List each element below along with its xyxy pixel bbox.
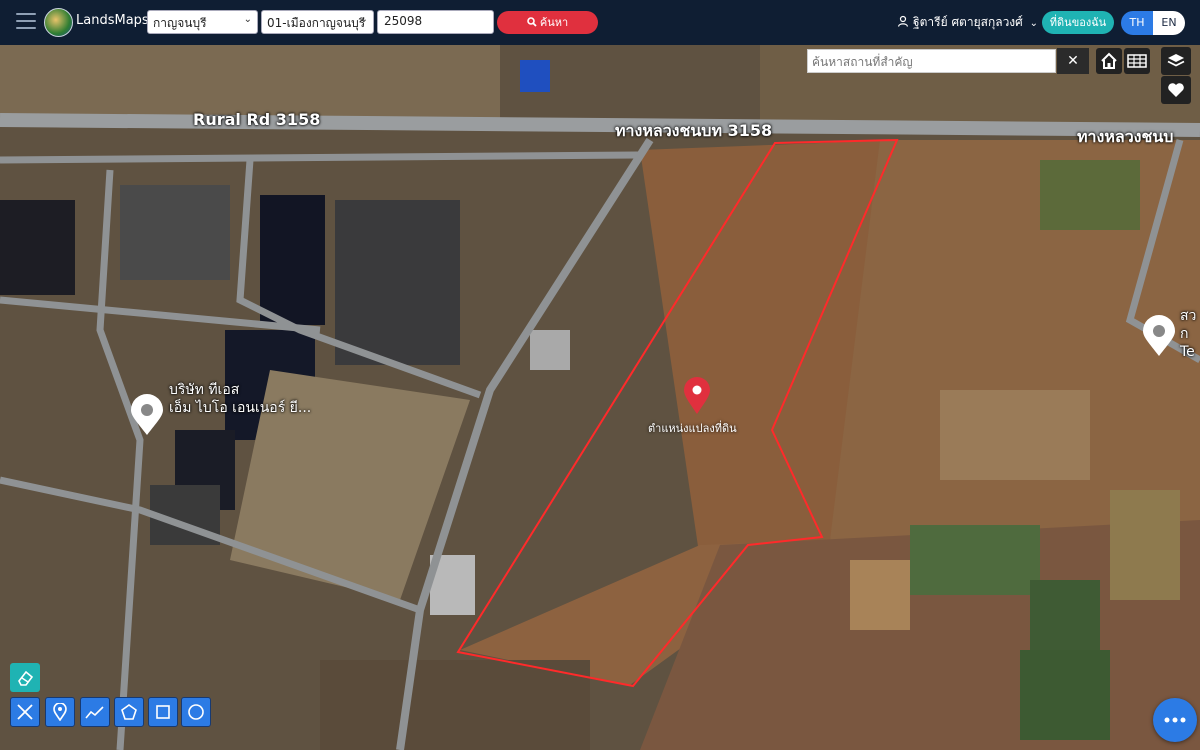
grid-button[interactable] xyxy=(1124,48,1150,74)
layers-button[interactable] xyxy=(1161,47,1191,75)
favorite-button[interactable] xyxy=(1161,76,1191,104)
search-button[interactable]: ค้นหา xyxy=(497,11,598,34)
lang-en-button[interactable]: EN xyxy=(1153,11,1185,35)
road-label: ทางหลวงชนบท 3158 xyxy=(615,121,773,140)
heart-icon xyxy=(1168,83,1184,97)
polyline-icon xyxy=(85,706,104,719)
poi-label: สว ก Te xyxy=(1180,308,1197,360)
poi-pin-icon[interactable] xyxy=(1141,315,1177,357)
road-label: Rural Rd 3158 xyxy=(193,110,321,129)
layers-icon xyxy=(1167,54,1185,67)
circle-tool-button[interactable] xyxy=(181,697,211,727)
district-value: 01-เมืองกาญจนบุรี xyxy=(267,16,366,30)
satellite-map[interactable]: Rural Rd 3158 ทางหลวงชนบท 3158 ทางหลวงชน… xyxy=(0,45,1200,750)
polyline-tool-button[interactable] xyxy=(80,697,110,727)
marker-tool-button[interactable] xyxy=(45,697,75,727)
home-icon xyxy=(1101,52,1117,69)
top-navbar: LandsMaps กาญจนบุรี ⌄ 01-เมืองกาญจนบุรี … xyxy=(0,0,1200,45)
province-value: กาญจนบุรี xyxy=(153,16,207,30)
poi-label: บริษัท ทีเอส เอ็ม ไบโอ เอนเนอร์ ยี... xyxy=(169,382,312,416)
rectangle-tool-button[interactable] xyxy=(148,697,178,727)
search-icon xyxy=(527,17,537,27)
rectangle-icon xyxy=(156,705,170,719)
grid-icon xyxy=(1127,54,1147,68)
more-dots-icon xyxy=(1164,717,1186,723)
marker-icon xyxy=(53,703,67,721)
search-button-label: ค้นหา xyxy=(539,16,569,29)
ruler-pencil-icon xyxy=(17,704,33,720)
measure-tool-button[interactable] xyxy=(10,697,40,727)
road-label: ทางหลวงชนบ xyxy=(1077,127,1174,146)
chevron-down-icon: ⌄ xyxy=(359,14,368,25)
place-search-input[interactable]: ค้นหาสถานที่สำคัญ xyxy=(807,49,1056,73)
chevron-down-icon: ⌄ xyxy=(1029,18,1038,29)
chevron-down-icon: ⌄ xyxy=(243,14,252,25)
polygon-tool-button[interactable] xyxy=(114,697,144,727)
parcel-number-input[interactable]: 25098 xyxy=(377,10,494,34)
clear-search-button[interactable]: ✕ xyxy=(1057,48,1089,74)
brand-name: LandsMaps xyxy=(76,13,149,28)
province-select[interactable]: กาญจนบุรี ⌄ xyxy=(147,10,258,34)
map-marker-icon[interactable] xyxy=(683,377,711,415)
eraser-button[interactable] xyxy=(10,663,40,692)
poi-pin-icon[interactable] xyxy=(129,394,165,436)
polygon-icon xyxy=(121,704,137,720)
district-select[interactable]: 01-เมืองกาญจนบุรี ⌄ xyxy=(261,10,374,34)
menu-icon[interactable] xyxy=(16,13,36,31)
parcel-pin-label: ตำแหน่งแปลงที่ดิน xyxy=(648,422,737,435)
circle-icon xyxy=(188,704,204,720)
lang-th-button[interactable]: TH xyxy=(1121,11,1153,35)
home-button[interactable] xyxy=(1096,48,1122,74)
my-land-button[interactable]: ที่ดินของฉัน xyxy=(1042,11,1114,34)
eraser-icon xyxy=(18,670,34,686)
user-name: ฐิตารีย์ ศตายุสกุลวงศ์ xyxy=(913,15,1023,29)
user-icon xyxy=(897,15,909,27)
app-logo[interactable] xyxy=(44,8,73,37)
chat-button[interactable] xyxy=(1153,698,1197,742)
user-menu[interactable]: ฐิตารีย์ ศตายุสกุลวงศ์ ⌄ xyxy=(897,13,1038,32)
